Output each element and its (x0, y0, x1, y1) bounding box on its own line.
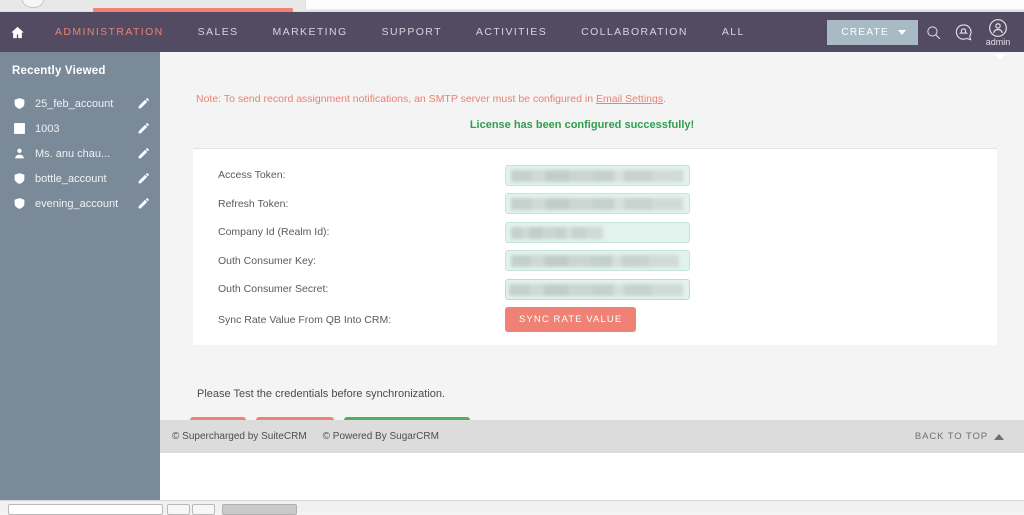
nav-item-sales[interactable]: SALES (181, 26, 256, 38)
company-id-input[interactable] (505, 221, 690, 243)
credentials-panel: Access Token: Refresh Token: Company Id … (193, 148, 997, 345)
edit-pencil-icon[interactable] (137, 172, 150, 185)
sidebar: Recently Viewed 25_feb_account 1003 Ms. … (0, 52, 160, 500)
edit-pencil-icon[interactable] (137, 147, 150, 160)
arrow-up-icon (994, 433, 1004, 440)
smtp-note-prefix: Note: To send record assignment notifica… (196, 93, 596, 105)
footer-suitecrm-credit: © Supercharged by SuiteCRM (172, 431, 307, 442)
back-to-top-button[interactable]: BACK TO TOP (915, 420, 1004, 453)
create-button[interactable]: CREATE (827, 19, 918, 45)
download-next-button[interactable] (192, 504, 215, 515)
form-row-oauth-consumer-key: Outh Consumer Key: (193, 247, 997, 276)
sync-rate-value-button[interactable]: SYNC RATE VALUE (505, 307, 637, 332)
redacted-value (509, 283, 683, 296)
browser-chrome (0, 0, 1024, 12)
sidebar-item-1003[interactable]: 1003 (0, 116, 160, 141)
form-row-oauth-consumer-secret: Outh Consumer Secret: (193, 275, 997, 304)
download-prev-button[interactable] (167, 504, 190, 515)
shield-icon (11, 197, 27, 210)
refresh-token-input[interactable] (505, 193, 690, 215)
sidebar-item-ms-anu-chau[interactable]: Ms. anu chau... (0, 141, 160, 166)
form-row-sync-rate-value: Sync Rate Value From QB Into CRM: SYNC R… (193, 304, 997, 336)
redacted-value (511, 198, 683, 211)
invoice-icon (11, 122, 27, 135)
create-button-label: CREATE (841, 26, 889, 38)
shield-icon (11, 97, 27, 110)
nav-item-all[interactable]: ALL (705, 26, 762, 38)
download-item-button[interactable] (222, 504, 297, 515)
back-to-top-label: BACK TO TOP (914, 431, 988, 442)
nav-item-administration[interactable]: ADMINISTRATION (38, 26, 181, 38)
home-icon[interactable] (6, 21, 28, 43)
sync-rate-value-label: Sync Rate Value From QB Into CRM: (218, 313, 392, 326)
sidebar-title: Recently Viewed (12, 65, 106, 77)
scroll-indicator-icon (994, 54, 1006, 60)
nav-item-marketing[interactable]: MARKETING (256, 26, 365, 38)
oauth-consumer-key-label: Outh Consumer Key: (218, 254, 317, 267)
access-token-input[interactable] (505, 164, 690, 186)
chevron-down-icon (898, 29, 906, 35)
form-row-refresh-token: Refresh Token: (193, 190, 997, 219)
redacted-value (511, 255, 679, 268)
access-token-label: Access Token: (218, 169, 286, 182)
smtp-note: Note: To send record assignment notifica… (196, 93, 1024, 105)
main-content: Note: To send record assignment notifica… (160, 52, 1024, 500)
nav-item-activities[interactable]: ACTIVITIES (459, 26, 564, 38)
redacted-value (511, 169, 683, 182)
footer: © Supercharged by SuiteCRM © Powered By … (160, 420, 1024, 453)
search-icon[interactable] (918, 12, 948, 52)
main-menu: ADMINISTRATION SALES MARKETING SUPPORT A… (38, 26, 762, 38)
sidebar-item-evening-account[interactable]: evening_account (0, 191, 160, 216)
smtp-note-suffix: . (663, 93, 667, 105)
content-bottom-area (160, 453, 1024, 500)
user-name-label: admin (985, 36, 1011, 47)
sidebar-item-label: 25_feb_account (35, 97, 114, 110)
footer-credits: © Supercharged by SuiteCRM © Powered By … (172, 431, 439, 442)
form-row-access-token: Access Token: (193, 161, 997, 190)
browser-url-bar[interactable] (305, 0, 1024, 9)
refresh-token-label: Refresh Token: (218, 197, 289, 210)
browser-download-bar (0, 500, 1024, 515)
edit-pencil-icon[interactable] (137, 97, 150, 110)
oauth-consumer-secret-input[interactable] (505, 278, 690, 300)
email-settings-link[interactable]: Email Settings (596, 93, 663, 105)
license-success-message: License has been configured successfully… (469, 119, 695, 131)
browser-tab-circle[interactable] (22, 0, 44, 8)
redacted-value (511, 226, 603, 239)
top-navigation-bar: ADMINISTRATION SALES MARKETING SUPPORT A… (0, 12, 1024, 52)
edit-pencil-icon[interactable] (137, 197, 150, 210)
nav-item-collaboration[interactable]: COLLABORATION (564, 26, 705, 38)
person-icon (11, 147, 27, 160)
sidebar-item-bottle-account[interactable]: bottle_account (0, 166, 160, 191)
form-row-company-id: Company Id (Realm Id): (193, 218, 997, 247)
sidebar-item-label: Ms. anu chau... (35, 147, 111, 160)
top-navigation-actions: CREATE admin (827, 12, 1024, 52)
oauth-consumer-key-input[interactable] (505, 250, 690, 272)
nav-item-support[interactable]: SUPPORT (365, 26, 459, 38)
edit-pencil-icon[interactable] (137, 122, 150, 135)
oauth-consumer-secret-label: Outh Consumer Secret: (218, 283, 329, 296)
footer-sugarcrm-credit: © Powered By SugarCRM (322, 431, 439, 442)
download-find-field[interactable] (8, 504, 163, 515)
recently-viewed-list: 25_feb_account 1003 Ms. anu chau... bott… (0, 91, 160, 216)
sidebar-item-label: evening_account (35, 197, 119, 210)
avatar[interactable]: admin (978, 12, 1018, 52)
sidebar-item-label: bottle_account (35, 172, 107, 185)
company-id-label: Company Id (Realm Id): (218, 226, 330, 239)
sidebar-item-label: 1003 (35, 122, 60, 135)
shield-icon (11, 172, 27, 185)
sidebar-item-25-feb-account[interactable]: 25_feb_account (0, 91, 160, 116)
test-credentials-note: Please Test the credentials before synch… (197, 388, 446, 400)
notification-bell-icon[interactable] (948, 12, 978, 52)
